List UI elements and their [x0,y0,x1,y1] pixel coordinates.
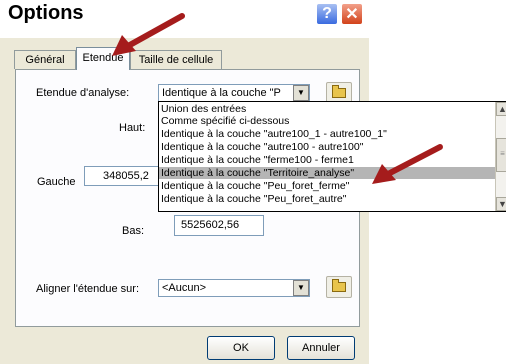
scroll-down-icon[interactable]: ▼ [496,197,506,211]
dropdown-item[interactable]: Identique à la couche "ferme100 - ferme1 [161,154,354,166]
dropdown-scrollbar[interactable]: ▲ ≡ ▼ [495,102,506,211]
ok-button[interactable]: OK [207,336,275,360]
gauche-label: Gauche [37,176,76,188]
folder-icon [332,279,346,292]
cancel-button[interactable]: Annuler [287,336,355,360]
dropdown-item[interactable]: Comme spécifié ci-dessous [161,115,289,127]
bas-input[interactable]: 5525602,56 [174,215,264,236]
aligner-label: Aligner l'étendue sur: [36,283,139,295]
etendue-dropdown-arrow[interactable]: ▼ [293,85,309,101]
etendue-label: Etendue d'analyse: [36,87,130,99]
dialog-title: Options [8,2,84,24]
folder-icon [332,85,346,98]
etendue-value: Identique à la couche "P [162,87,281,99]
dropdown-item[interactable]: Identique à la couche "Peu_foret_ferme" [161,180,349,192]
help-button[interactable]: ? [316,3,338,25]
aligner-dropdown-arrow[interactable]: ▼ [293,280,309,296]
bas-label: Bas: [122,225,145,237]
etendue-dropdown-list[interactable]: Union des entrées Comme spécifié ci-dess… [158,101,506,212]
etendue-combo[interactable]: Identique à la couche "P [158,84,310,102]
dropdown-item[interactable]: Identique à la couche "autre100 - autre1… [161,141,363,153]
aligner-value: <Aucun> [162,282,207,294]
dropdown-item[interactable]: Identique à la couche "autre100_1 - autr… [161,128,387,140]
haut-label: Haut: [119,122,146,134]
scroll-thumb[interactable]: ≡ [496,138,506,172]
annotation-arrow-icon [372,144,443,184]
annotation-arrow-icon [112,13,185,56]
aligner-combo[interactable]: <Aucun> [158,279,310,297]
close-button[interactable]: ✕ [341,3,363,25]
aligner-open-button[interactable] [326,276,352,298]
scroll-up-icon[interactable]: ▲ [496,102,506,116]
dropdown-item[interactable]: Identique à la couche "Peu_foret_autre" [161,193,347,205]
tab-general[interactable]: Général [14,50,76,69]
dropdown-item[interactable]: Union des entrées [161,103,246,115]
gauche-input[interactable]: 348055,2 [84,166,160,186]
